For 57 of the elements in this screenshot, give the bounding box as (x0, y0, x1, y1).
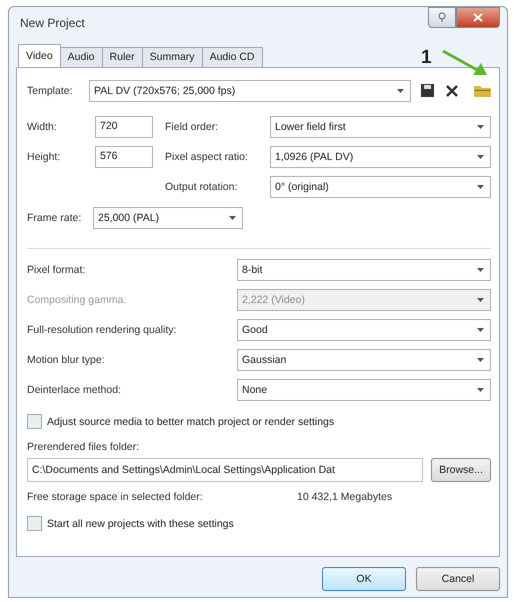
tab[interactable]: Video (18, 44, 61, 67)
checkbox[interactable]: Start all new projects with these settings (27, 516, 234, 532)
close-button[interactable] (456, 7, 500, 28)
setting-label: Compositing gamma: (27, 294, 128, 306)
dropdown[interactable]: Gaussian (237, 348, 491, 371)
save-icon[interactable] (421, 84, 434, 98)
browse-button[interactable]: Browse... (431, 458, 491, 482)
dropdown-arrow-icon (477, 388, 484, 392)
storage-label: Free storage space in selected folder: (27, 490, 204, 503)
dialog-button[interactable]: OK (322, 567, 406, 591)
dropdown-arrow-icon (229, 216, 236, 220)
storage-value: 10 432,1 Megabytes (297, 490, 392, 503)
dropdown[interactable]: None (237, 378, 491, 401)
help-icon (437, 12, 447, 23)
dropdown-arrow-icon (477, 328, 484, 332)
annotation-number: 1 (421, 47, 432, 69)
arrow-icon (441, 49, 489, 77)
help-button[interactable] (428, 7, 456, 28)
dropdown-arrow-icon (477, 298, 484, 302)
dropdown-arrow-icon (477, 268, 484, 272)
dropdown-arrow-icon (477, 184, 484, 189)
setting-label: Motion blur type: (27, 354, 106, 366)
input-field[interactable]: 576 (95, 146, 153, 168)
size-label: Width: (27, 120, 58, 133)
input-field[interactable]: 720 (95, 116, 153, 138)
window-title: New Project (19, 16, 85, 30)
dropdown[interactable]: 1,0926 (PAL DV) (270, 146, 491, 168)
close-icon (473, 13, 483, 22)
format-label: Output rotation: (165, 180, 238, 193)
dropdown[interactable]: 25,000 (PAL) (93, 206, 243, 229)
size-label: Height: (27, 150, 62, 163)
dropdown-arrow-icon (397, 88, 404, 93)
tab[interactable]: Audio CD (202, 46, 263, 67)
dialog-button[interactable]: Cancel (416, 567, 500, 591)
tab[interactable]: Summary (142, 46, 203, 67)
setting-label: Deinterlace method: (27, 384, 122, 396)
path-field[interactable]: C:\Documents and Settings\Admin\Local Settings\Application Dat (27, 458, 423, 482)
dropdown[interactable]: 8-bit (237, 258, 491, 281)
dropdown-arrow-icon (477, 358, 484, 362)
frame-rate-label: Frame rate: (27, 212, 82, 224)
dropdown-arrow-icon (477, 154, 484, 159)
folder-icon[interactable] (474, 84, 491, 98)
format-label: Pixel aspect ratio: (165, 150, 249, 163)
checkbox[interactable]: Adjust source media to better match project or render settings (27, 414, 334, 430)
tab[interactable]: Ruler (102, 46, 143, 67)
dropdown[interactable]: 0° (original) (270, 176, 491, 198)
close-icon[interactable] (446, 84, 458, 97)
folder-label: Prerendered files folder: (27, 440, 140, 453)
dropdown[interactable]: PAL DV (720x576; 25,000 fps) (89, 80, 411, 102)
format-label: Field order: (165, 120, 220, 133)
setting-label: Full-resolution rendering quality: (27, 324, 178, 336)
template-label: Template: (27, 84, 74, 97)
dropdown-arrow-icon (477, 124, 484, 129)
dropdown[interactable]: Good (237, 318, 491, 341)
tab[interactable]: Audio (60, 46, 103, 67)
setting-label: Pixel format: (27, 264, 86, 276)
dropdown[interactable]: Lower field first (270, 116, 491, 138)
